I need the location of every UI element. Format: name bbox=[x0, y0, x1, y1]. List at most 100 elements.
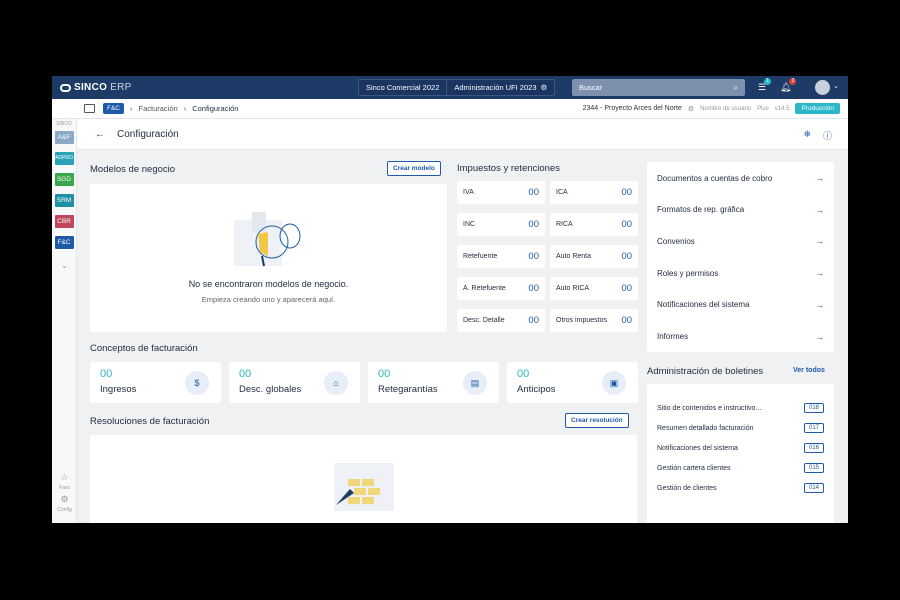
project-info: 2344 - Proyecto Arces del Norte ⚙ Nombre… bbox=[583, 103, 840, 114]
back-arrow-icon[interactable]: ← bbox=[95, 129, 105, 140]
settings-link[interactable]: Documentos a cuentas de cobro → bbox=[647, 162, 834, 194]
module-f-c[interactable]: F&C bbox=[52, 234, 76, 251]
page-title: Configuración bbox=[117, 128, 179, 140]
tax-name: Otros impuestos bbox=[556, 317, 607, 324]
tax-name: RICA bbox=[556, 221, 573, 228]
gear-icon[interactable]: ⚙ bbox=[52, 494, 77, 505]
create-resolution-button[interactable]: Crear resolución bbox=[565, 413, 629, 428]
chevron-down-icon[interactable]: ⌄ bbox=[833, 82, 839, 90]
empty-title: No se encontraron modelos de negocio. bbox=[188, 279, 349, 289]
settings-link[interactable]: Notificaciones del sistema → bbox=[647, 289, 834, 321]
settings-icon: ⚙ bbox=[540, 83, 548, 92]
clipboard-icon: ▤ bbox=[463, 371, 487, 395]
see-all-link[interactable]: Ver todos bbox=[793, 367, 825, 374]
tax-count: 00 bbox=[621, 251, 632, 262]
company-selector[interactable]: Sinco Comercial 2022 bbox=[359, 80, 446, 95]
concept-count: 00 bbox=[517, 368, 530, 380]
settings-link-label: Informes bbox=[657, 332, 689, 341]
sidebar-label: SINCO bbox=[56, 121, 72, 127]
concept-label: Desc. globales bbox=[239, 384, 302, 395]
empty-state-illustration bbox=[334, 463, 394, 511]
module-adpro[interactable]: ADPRO bbox=[54, 152, 74, 165]
settings-link-label: Convenios bbox=[657, 236, 695, 246]
concept-count: 00 bbox=[378, 368, 391, 380]
config-label: Config bbox=[57, 507, 72, 513]
brand-logo[interactable]: SINCO ERP bbox=[60, 82, 132, 93]
plan-label: Plus bbox=[757, 105, 769, 112]
create-model-button[interactable]: Crear modelo bbox=[387, 161, 441, 176]
bulletin-title: Sitio de contenidos e instructivo... bbox=[657, 404, 762, 412]
context-selector[interactable]: Sinco Comercial 2022 Administración UFI … bbox=[358, 79, 556, 96]
concept-count: 00 bbox=[100, 368, 113, 380]
chevron-right-icon: › bbox=[183, 104, 187, 113]
module-sgd[interactable]: SGD bbox=[54, 173, 74, 186]
tax-card[interactable]: Auto Renta 00 bbox=[550, 245, 638, 268]
tax-card[interactable]: INC 00 bbox=[457, 213, 545, 236]
module-srm[interactable]: SRM bbox=[54, 194, 74, 207]
bulletin-row[interactable]: Gestión de clientes 014 bbox=[647, 478, 834, 498]
concept-card[interactable]: 00 Ingresos $ bbox=[90, 362, 221, 403]
tax-card[interactable]: Desc. Detalle 00 bbox=[457, 309, 545, 332]
settings-link[interactable]: Formatos de rep. gráfica → bbox=[647, 194, 834, 226]
settings-links-card: Documentos a cuentas de cobro → Formatos d… bbox=[647, 162, 834, 352]
avatar[interactable] bbox=[815, 80, 830, 95]
settings-icon[interactable]: ⚙ bbox=[688, 105, 694, 113]
bulletin-row[interactable]: Notificaciones del sistema 016 bbox=[647, 438, 834, 458]
concept-card[interactable]: 00 Anticipos ▣ bbox=[507, 362, 638, 403]
archive-icon: ▣ bbox=[602, 371, 626, 395]
settings-link[interactable]: Roles y permisos → bbox=[647, 257, 834, 289]
tax-name: Desc. Detalle bbox=[463, 317, 505, 324]
module-cbr[interactable]: CBR bbox=[54, 215, 74, 228]
tax-card[interactable]: IVA 00 bbox=[457, 181, 545, 204]
breadcrumb: F&C › Facturación › Configuración bbox=[103, 103, 238, 114]
concept-label: Retegarantías bbox=[378, 384, 438, 395]
admin-selector[interactable]: Administración UFI 2023 ⚙ bbox=[447, 80, 554, 95]
tax-count: 00 bbox=[528, 315, 539, 326]
info-icon[interactable]: ⓘ bbox=[823, 129, 832, 142]
tasks-icon[interactable]: ☰ 1 bbox=[758, 78, 772, 93]
page-header: ← Configuración ❄ ⓘ bbox=[77, 119, 848, 150]
top-bar: SINCO ERP Sinco Comercial 2022 Administra… bbox=[52, 76, 848, 99]
settings-link[interactable]: Convenios → bbox=[647, 225, 834, 257]
tax-name: Auto RICA bbox=[556, 285, 590, 292]
breadcrumb-item-facturacion[interactable]: Facturación bbox=[139, 104, 178, 113]
tax-card[interactable]: Auto RICA 00 bbox=[550, 277, 638, 300]
settings-link[interactable]: Informes → bbox=[647, 321, 834, 353]
bulletins-card: Sitio de contenidos e instructivo... 018 R… bbox=[647, 384, 834, 523]
arrow-right-icon: → bbox=[815, 268, 824, 279]
settings-link-label: Roles y permisos bbox=[657, 268, 719, 278]
tax-count: 00 bbox=[528, 251, 539, 262]
concept-card[interactable]: 00 Desc. globales ⌂ bbox=[229, 362, 360, 403]
bulletin-title: Resumen detallado facturación bbox=[657, 424, 754, 432]
arrow-right-icon: → bbox=[815, 331, 824, 342]
settings-link-label: Documentos a cuentas de cobro bbox=[657, 173, 773, 183]
tax-card[interactable]: Otros impuestos 00 bbox=[550, 309, 638, 332]
bell-icon[interactable]: 🔔︎ 3 bbox=[780, 78, 797, 93]
module-a-f[interactable]: A&F bbox=[54, 131, 74, 144]
arrow-right-icon: → bbox=[815, 204, 824, 215]
concept-card[interactable]: 00 Retegarantías ▤ bbox=[368, 362, 499, 403]
section-title-conceptos: Conceptos de facturación bbox=[90, 343, 198, 354]
bulletin-row[interactable]: Resumen detallado facturación 017 bbox=[647, 418, 834, 438]
bulletin-row[interactable]: Gestión cartera clientes 015 bbox=[647, 458, 834, 478]
module-chip[interactable]: F&C bbox=[103, 103, 124, 114]
tax-card[interactable]: A. Retefuente 00 bbox=[457, 277, 545, 300]
project-name[interactable]: 2344 - Proyecto Arces del Norte bbox=[583, 105, 682, 112]
resolutions-empty-card bbox=[90, 435, 637, 523]
admin-label: Administración UFI 2023 bbox=[454, 83, 537, 92]
tasks-badge: 1 bbox=[764, 78, 772, 85]
panel-toggle-icon[interactable] bbox=[84, 104, 95, 113]
star-icon[interactable]: ☆ bbox=[52, 472, 77, 483]
chevron-down-icon[interactable]: ⌄ bbox=[52, 261, 77, 270]
tax-card[interactable]: Retefuente 00 bbox=[457, 245, 545, 268]
tax-card[interactable]: RICA 00 bbox=[550, 213, 638, 236]
bulletin-title: Notificaciones del sistema bbox=[657, 444, 738, 452]
tax-card[interactable]: ICA 00 bbox=[550, 181, 638, 204]
tax-count: 00 bbox=[621, 187, 632, 198]
snowflake-icon[interactable]: ❄ bbox=[803, 129, 811, 142]
section-title-boletines: Administración de boletines bbox=[647, 366, 764, 377]
bulletin-row[interactable]: Sitio de contenidos e instructivo... 018 bbox=[647, 398, 834, 418]
tax-name: Auto Renta bbox=[556, 253, 592, 260]
version-label: v14.5 bbox=[774, 105, 790, 112]
search-input[interactable]: Buscar ⌕ bbox=[572, 79, 745, 96]
